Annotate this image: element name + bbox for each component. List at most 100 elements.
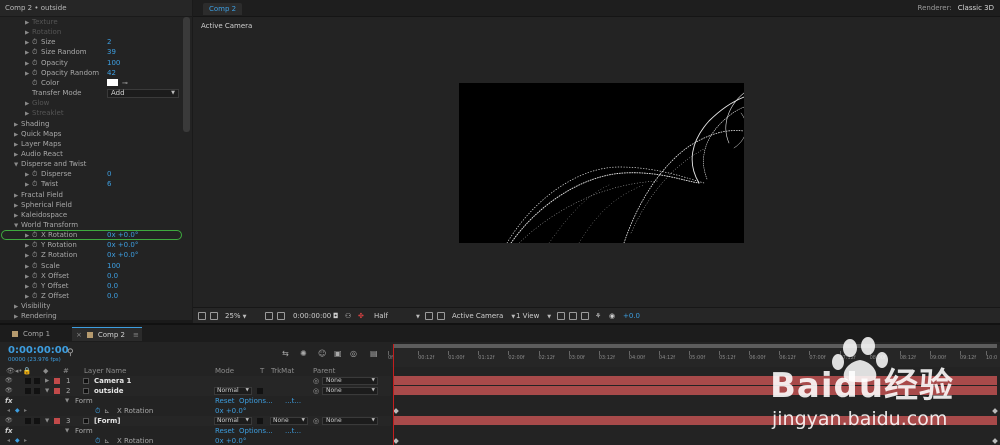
keyframe-toggle-icon[interactable]: ◆ [15,436,20,445]
lock-box[interactable] [34,388,40,394]
stopwatch-icon[interactable]: ⏱ [32,281,41,291]
visibility-eye-icon[interactable]: 👁 [5,386,13,396]
property-value[interactable]: 0 [107,169,111,179]
label-color-box[interactable] [54,418,60,424]
effect-property-row[interactable]: ▶ ⏱ Twist 6 [0,179,181,189]
show-snapshot-icon[interactable]: ⚇ [345,311,351,321]
property-value[interactable]: 0x +0.0° [107,240,138,250]
property-value[interactable]: 0x +0.0° [215,406,246,416]
effect-property-row[interactable]: ▼ World Transform [0,220,181,230]
effect-property-row[interactable]: ▶ Spherical Field [0,200,181,210]
effect-property-row[interactable]: ▶ ⏱ Scale 100 [0,261,181,271]
toggle-pixel-icon[interactable] [557,312,565,320]
property-value[interactable]: 0x +0.0° [107,250,138,260]
renderer-info[interactable]: Renderer: Classic 3D [918,0,994,17]
graph-icon[interactable]: ⊾ [104,436,110,445]
effect-property-row[interactable]: ▶ ⏱ Opacity 100 [0,58,181,68]
stopwatch-icon[interactable]: ⏱ [95,406,100,416]
stopwatch-icon[interactable]: ⏱ [32,78,41,88]
parent-dropdown[interactable]: None ▼ [322,387,378,395]
solo-box[interactable] [25,388,31,394]
grid-icon[interactable] [210,312,218,320]
work-area-bar[interactable] [394,344,997,348]
panel-menu-icon[interactable]: ≡ [133,331,139,339]
current-time-indicator[interactable] [393,344,394,445]
stopwatch-icon[interactable]: ⏱ [32,261,41,271]
effect-property-row[interactable]: ⏱ Color ⊸ [0,78,181,88]
resolution-dropdown[interactable]: Half ▼ [374,311,420,322]
transfer-mode-dropdown[interactable]: Add ▼ [107,89,179,99]
exposure-icon[interactable]: ◉ [609,311,615,321]
fx-icon[interactable]: fx [5,396,13,406]
effect-controls-scrollbar[interactable] [183,17,190,132]
property-value[interactable]: 6 [107,179,111,189]
renderer-value[interactable]: Classic 3D [958,4,994,12]
stopwatch-icon[interactable]: ⏱ [32,68,41,78]
property-value[interactable]: 0.0 [107,271,118,281]
flowchart-icon[interactable]: ⚘ [595,311,601,321]
effect-property-row[interactable]: ▶ ⏱ Z Offset 0.0 [0,291,181,301]
stopwatch-icon[interactable]: ⏱ [32,169,41,179]
fit-icon[interactable] [265,312,273,320]
comp-mini-flowchart-icon[interactable]: ⇆ [282,349,289,358]
track-matte-dropdown[interactable]: None ▼ [270,417,308,425]
fast-preview-icon[interactable] [569,312,577,320]
options-link[interactable]: Options... [239,396,273,406]
next-keyframe-icon[interactable]: ▸ [24,406,27,416]
lock-box[interactable] [34,418,40,424]
color-swatch[interactable] [107,78,118,86]
parent-pickwhip-icon[interactable]: ◎ [313,416,319,426]
effect-property-row[interactable]: ▶ ⏱ X Offset 0.0 [0,271,181,281]
stopwatch-icon[interactable]: ⏱ [32,291,41,301]
layer-row[interactable]: 👁 ▼ 3 [Form] Normal ▼ None ▼ ◎ None ▼ [0,416,391,426]
effect-group-row[interactable]: fx ▼ Form Reset Options... ...t... [0,426,391,436]
preserve-transparency-box[interactable] [257,418,263,424]
expand-open-icon[interactable]: ▼ [45,386,49,396]
view-layout-dropdown[interactable]: 1 View ▼ [516,311,551,322]
current-time[interactable]: 0:00:00:00 [293,311,331,321]
shy-icon[interactable]: ☺ [318,349,326,358]
effect-property-row[interactable]: ◂ ◆ ▸ ⏱ ⊾ X Rotation 0x +0.0° [0,406,391,416]
stopwatch-icon[interactable]: ⏱ [32,47,41,57]
property-value[interactable]: 0x +0.0° [215,436,246,445]
property-value[interactable]: 39 [107,47,116,57]
graph-icon[interactable]: ⊾ [104,406,110,416]
effect-property-row[interactable]: ▶ ⏱ Disperse 0 [0,169,181,179]
effect-property-row[interactable]: ▶ ⏱ Y Rotation 0x +0.0° [0,240,181,250]
fx-icon[interactable]: fx [5,426,13,436]
stopwatch-icon[interactable]: ⏱ [32,58,41,68]
effect-property-row[interactable]: ▶ ⏱ Y Offset 0.0 [0,281,181,291]
close-icon[interactable]: × [76,331,82,339]
effect-more-link[interactable]: ...t... [285,396,301,406]
effect-property-row[interactable]: ▶ Texture [0,17,181,27]
channel-icon[interactable]: ✤ [358,311,364,321]
lock-box[interactable] [34,378,40,384]
expand-open-icon[interactable]: ▼ [65,396,69,406]
effect-property-row[interactable]: ▼ Disperse and Twist [0,159,181,169]
prev-keyframe-icon[interactable]: ◂ [7,436,10,445]
region-of-interest-icon[interactable] [425,312,433,320]
stopwatch-icon[interactable]: ⏱ [32,240,41,250]
always-preview-icon[interactable] [198,312,206,320]
effect-property-row[interactable]: ▶ Kaleidospace [0,210,181,220]
effect-property-row[interactable]: ▶ Fractal Field [0,190,181,200]
effect-property-row[interactable]: ▶ Layer Maps [0,139,181,149]
effect-property-row[interactable]: ▶ ⏱ Z Rotation 0x +0.0° [0,250,181,260]
parent-dropdown[interactable]: None ▼ [322,417,378,425]
effect-property-row[interactable]: ▶ ⏱ X Rotation 0x +0.0° [0,230,182,241]
label-color-box[interactable] [54,378,60,384]
stopwatch-icon[interactable]: ⏱ [32,230,41,240]
preserve-transparency-box[interactable] [257,388,263,394]
effect-property-row[interactable]: ▶ Rendering [0,311,181,320]
transparency-grid-icon[interactable] [437,312,445,320]
keyframe-toggle-icon[interactable]: ◆ [15,406,20,416]
layer-name[interactable]: Camera 1 [94,376,131,386]
property-value[interactable]: 42 [107,68,116,78]
stopwatch-icon[interactable]: ⏱ [32,37,41,47]
timeline-icon[interactable] [581,312,589,320]
visibility-eye-icon[interactable]: 👁 [5,416,13,426]
eyedropper-icon[interactable]: ⊸ [122,78,128,88]
tab-comp-2[interactable]: × Comp 2 ≡ [72,327,142,341]
graph-editor-icon[interactable]: ▤ [370,349,378,358]
stopwatch-icon[interactable]: ⏱ [32,179,41,189]
